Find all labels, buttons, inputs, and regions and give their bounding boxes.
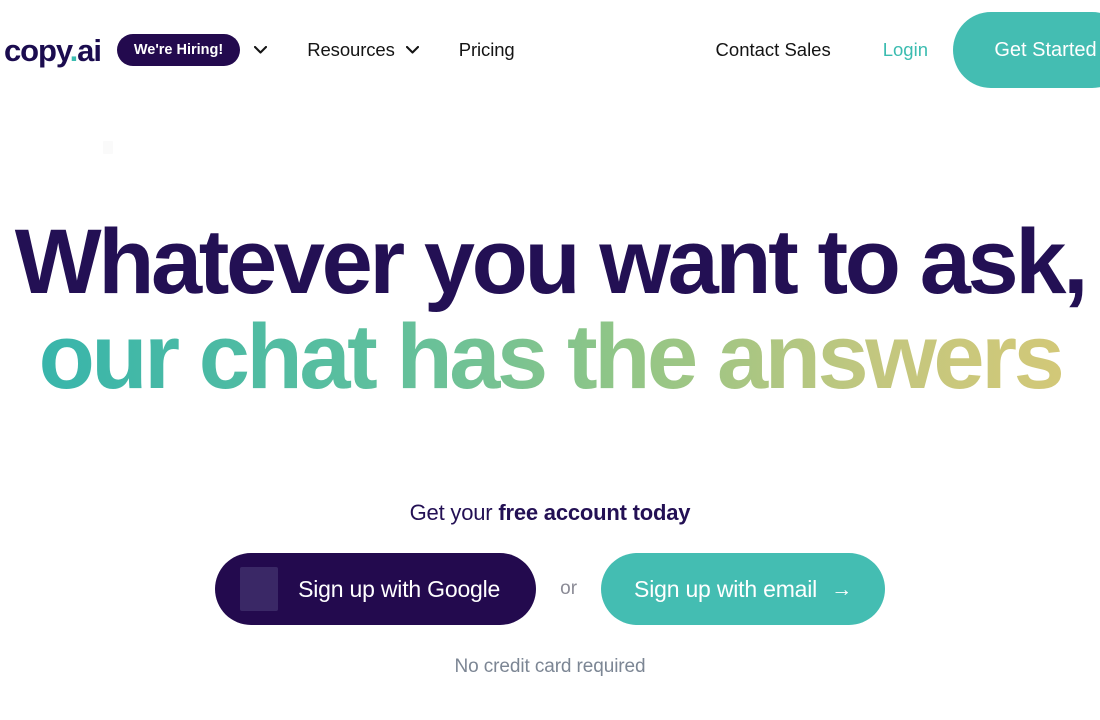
chevron-down-icon[interactable] [254, 46, 268, 54]
hero-headline-line-2-wrapper: our chat has the answers [0, 305, 1100, 408]
nav-right-group: Contact Sales Login Get Started [716, 0, 1100, 100]
hero-headline-line-2: our chat has the answers [38, 305, 1065, 408]
get-started-button[interactable]: Get Started [953, 12, 1100, 88]
sign-up-with-google-button[interactable]: Sign up with Google [215, 553, 537, 625]
sign-up-with-email-button[interactable]: Sign up with email → [601, 553, 885, 625]
were-hiring-badge[interactable]: We're Hiring! [116, 34, 241, 66]
chevron-down-icon[interactable] [405, 46, 419, 54]
signup-subheading-emphasis: free account today [498, 500, 691, 525]
landing-page: copy.ai We're Hiring! Resources Pricing [0, 0, 1100, 720]
hero-section: Whatever you want to ask, our chat has t… [0, 215, 1100, 405]
google-icon [240, 567, 279, 611]
logo-text-ai: ai [77, 32, 102, 68]
signup-section: Get your free account today Sign up with… [0, 500, 1100, 678]
cta-button-row: Sign up with Google or Sign up with emai… [0, 553, 1100, 625]
hero-headline-line-1: Whatever you want to ask, [14, 211, 1089, 313]
top-navigation-bar: copy.ai We're Hiring! Resources Pricing [0, 0, 1100, 100]
sign-up-with-google-label: Sign up with Google [298, 575, 501, 602]
no-credit-card-note: No credit card required [454, 656, 646, 677]
nav-link-pricing-label: Pricing [458, 39, 515, 60]
contact-sales-link[interactable]: Contact Sales [716, 39, 831, 61]
copyai-logo[interactable]: copy.ai [4, 32, 102, 68]
sign-up-with-email-label: Sign up with email [634, 575, 818, 602]
nav-left-group: copy.ai We're Hiring! Resources Pricing [0, 34, 515, 66]
signup-subheading: Get your free account today [0, 500, 1100, 526]
logo-text-copy: copy [4, 32, 71, 68]
login-link[interactable]: Login [883, 39, 928, 61]
or-divider-label: or [560, 578, 578, 599]
nav-item-resources[interactable]: Resources [307, 39, 419, 61]
nav-item-pricing[interactable]: Pricing [459, 39, 515, 61]
signup-subheading-lead: Get your [409, 500, 499, 525]
page-artifact [103, 141, 113, 154]
nav-link-resources-label: Resources [307, 39, 395, 60]
arrow-right-icon: → [831, 577, 852, 601]
